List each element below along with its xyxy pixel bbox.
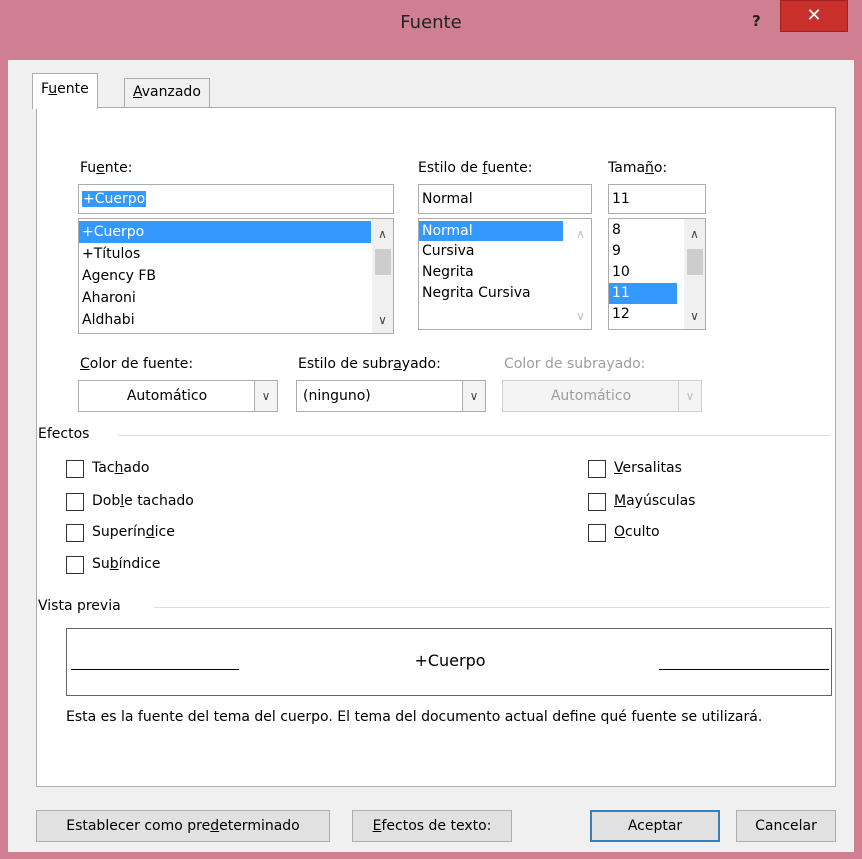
- list-item[interactable]: +Títulos: [79, 243, 393, 265]
- scroll-thumb[interactable]: [687, 249, 703, 275]
- scroll-down-icon: ∨: [576, 309, 585, 323]
- list-item[interactable]: Normal: [419, 221, 563, 241]
- preview-divider: [154, 607, 830, 608]
- scroll-thumb[interactable]: [375, 249, 391, 275]
- help-button[interactable]: ?: [752, 12, 761, 30]
- checkbox-label-mayusculas: Mayúsculas: [614, 493, 696, 509]
- preview-heading: Vista previa: [38, 598, 121, 614]
- checkbox-superindice[interactable]: [66, 524, 84, 542]
- scroll-up-icon[interactable]: ∧: [372, 225, 393, 243]
- font-size-list-scrollbar[interactable]: ∧ ∨: [684, 219, 705, 329]
- text-effects-button[interactable]: Efectos de texto:: [352, 810, 512, 842]
- chevron-down-icon[interactable]: ∨: [254, 381, 277, 411]
- underline-color-select: Automático ∨: [502, 380, 702, 412]
- checkbox-versalitas[interactable]: [588, 460, 606, 478]
- checkbox-label-superindice: Superíndice: [92, 524, 175, 540]
- font-name-value: +Cuerpo: [82, 191, 147, 207]
- close-icon: ✕: [806, 5, 822, 26]
- font-list-scrollbar[interactable]: ∧ ∨: [372, 219, 393, 333]
- list-item[interactable]: Aharoni: [79, 287, 393, 309]
- underline-style-label: Estilo de subrayado:: [298, 356, 441, 372]
- set-default-button[interactable]: Establecer como predeterminado: [36, 810, 330, 842]
- underline-style-select[interactable]: (ninguno) ∨: [296, 380, 486, 412]
- checkbox-label-versalitas: Versalitas: [614, 460, 682, 476]
- effects-heading: Efectos: [38, 426, 90, 442]
- checkbox-label-oculto: Oculto: [614, 524, 660, 540]
- window-title: Fuente: [400, 12, 462, 33]
- checkbox-label-doble-tachado: Doble tachado: [92, 493, 194, 509]
- checkbox-doble-tachado[interactable]: [66, 493, 84, 511]
- font-name-input[interactable]: +Cuerpo: [78, 184, 394, 214]
- list-item[interactable]: Agency FB: [79, 265, 393, 287]
- font-dialog-window: Fuente ? ✕ Fuente Avanzado Fuente: +Cuer…: [0, 0, 862, 859]
- list-item[interactable]: +Cuerpo: [79, 221, 371, 243]
- preview-box: +Cuerpo: [66, 628, 832, 696]
- font-list[interactable]: +Cuerpo +Títulos Agency FB Aharoni Aldha…: [78, 218, 394, 334]
- tab-label-accesskey: A: [133, 84, 142, 100]
- list-item[interactable]: Negrita Cursiva: [419, 283, 591, 304]
- preview-description: Esta es la fuente del tema del cuerpo. E…: [66, 709, 763, 725]
- font-style-list-scrollbar: ∧ ∨: [570, 219, 591, 329]
- font-style-list[interactable]: Normal Cursiva Negrita Negrita Cursiva ∧…: [418, 218, 592, 330]
- font-style-input[interactable]: Normal: [418, 184, 592, 214]
- checkbox-mayusculas[interactable]: [588, 493, 606, 511]
- chevron-down-icon: ∨: [678, 381, 701, 411]
- checkbox-tachado[interactable]: [66, 460, 84, 478]
- font-size-label: Tamaño:: [608, 160, 668, 176]
- list-item[interactable]: Negrita: [419, 262, 591, 283]
- font-color-label: Color de fuente:: [80, 356, 194, 372]
- font-style-value: Normal: [422, 191, 473, 207]
- effects-divider: [118, 435, 830, 436]
- font-label: Fuente:: [80, 160, 133, 176]
- scroll-down-icon[interactable]: ∨: [684, 307, 705, 325]
- cancel-button[interactable]: Cancelar: [736, 810, 836, 842]
- ok-button[interactable]: Aceptar: [590, 810, 720, 842]
- tab-label: ente: [57, 81, 89, 97]
- checkbox-label-tachado: Tachado: [92, 460, 150, 476]
- preview-underline-right: [659, 669, 829, 670]
- checkbox-oculto[interactable]: [588, 524, 606, 542]
- font-color-select[interactable]: Automático ∨: [78, 380, 278, 412]
- tab-label: vanzado: [141, 84, 201, 100]
- tab-fuente[interactable]: Fuente: [32, 73, 98, 109]
- font-color-value: Automático: [126, 388, 208, 404]
- scroll-up-icon[interactable]: ∧: [684, 225, 705, 243]
- checkbox-subindice[interactable]: [66, 556, 84, 574]
- scroll-up-icon: ∧: [576, 227, 585, 241]
- title-bar[interactable]: Fuente ? ✕: [0, 0, 862, 34]
- close-button[interactable]: ✕: [780, 0, 848, 32]
- tab-avanzado[interactable]: Avanzado: [124, 78, 210, 108]
- list-item[interactable]: Aldhabi: [79, 309, 393, 331]
- font-style-label: Estilo de fuente:: [418, 160, 533, 176]
- chevron-down-icon[interactable]: ∨: [462, 381, 485, 411]
- underline-style-value: (ninguno): [303, 388, 371, 404]
- tab-label-accesskey: u: [48, 81, 58, 97]
- font-size-value: 11: [612, 191, 630, 207]
- list-item[interactable]: 11: [609, 283, 677, 304]
- underline-color-label: Color de subrayado:: [504, 356, 646, 372]
- checkbox-label-subindice: Subíndice: [92, 556, 161, 572]
- underline-color-value: Automático: [550, 388, 632, 404]
- list-item[interactable]: Cursiva: [419, 241, 591, 262]
- font-size-input[interactable]: 11: [608, 184, 706, 214]
- preview-sample-text: +Cuerpo: [414, 651, 486, 670]
- scroll-down-icon[interactable]: ∨: [372, 311, 393, 329]
- font-size-list[interactable]: 8 9 10 11 12 ∧ ∨: [608, 218, 706, 330]
